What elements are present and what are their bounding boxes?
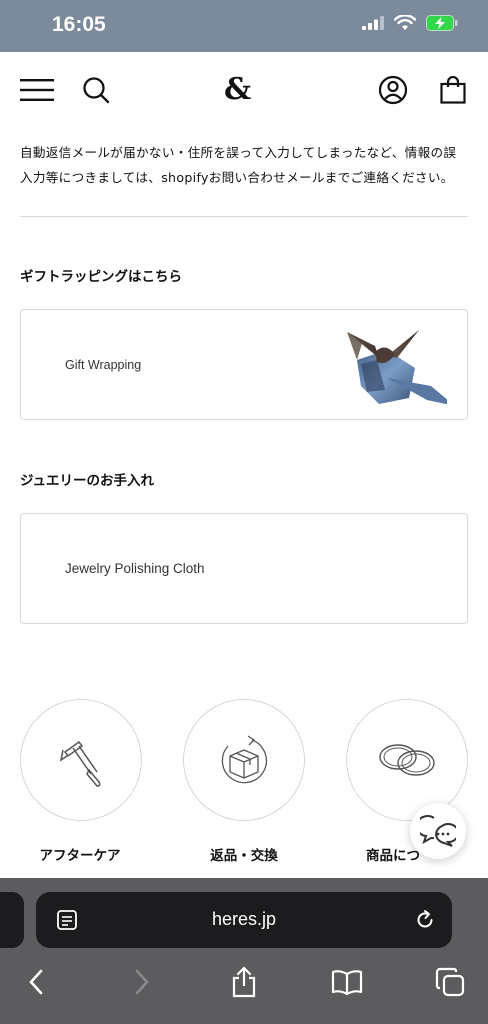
divider: [20, 216, 468, 217]
gift-wrapping-card[interactable]: Gift Wrapping: [20, 309, 468, 420]
hammer-icon: [59, 740, 101, 787]
status-icons: [362, 15, 458, 31]
search-icon: [83, 77, 110, 104]
url-text: heres.jp: [211, 909, 277, 929]
chat-button[interactable]: [410, 803, 466, 859]
hamburger-icon: [20, 79, 54, 101]
polishing-cloth-card[interactable]: Jewelry Polishing Cloth: [20, 513, 468, 624]
aftercare-label: アフターケア: [39, 848, 121, 864]
browser-toolbar: heres.jp: [0, 878, 488, 1024]
battery-charging-icon: [426, 15, 458, 31]
account-button[interactable]: [376, 70, 410, 110]
product-info-link[interactable]: [346, 699, 468, 821]
tabs-icon: [435, 967, 465, 997]
jewelry-care-heading: ジュエリーのお手入れ: [20, 473, 155, 489]
menu-button[interactable]: [18, 70, 56, 110]
wifi-icon: [394, 15, 416, 30]
search-button[interactable]: [80, 70, 112, 110]
share-button[interactable]: [224, 962, 264, 1002]
contact-notice: 自動返信メールが届かない・住所を誤って入力してしまったなど、情報の誤 入力等につ…: [20, 140, 468, 190]
notice-line-1: 自動返信メールが届かない・住所を誤って入力してしまったなど、情報の誤: [20, 145, 457, 160]
forward-button[interactable]: [122, 962, 162, 1002]
cart-button[interactable]: [437, 70, 469, 110]
notice-line-2: 入力等につきましては、shopifyお問い合わせメールまでご連絡ください。: [20, 170, 454, 185]
chevron-left-icon: [29, 969, 43, 995]
bookmarks-button[interactable]: [327, 962, 367, 1002]
site-logo[interactable]: &: [224, 72, 251, 107]
chevron-right-icon: [135, 969, 149, 995]
share-icon: [232, 966, 256, 998]
rings-icon: [379, 744, 435, 776]
aftercare-link[interactable]: [20, 699, 142, 821]
user-account-icon: [378, 75, 408, 105]
status-time: 16:05: [52, 13, 106, 36]
chat-bubbles-icon: [420, 815, 456, 847]
box-return-icon: [221, 735, 268, 784]
reload-icon[interactable]: [414, 909, 436, 931]
previous-tab-preview[interactable]: [0, 892, 24, 948]
status-bar: 16:05: [0, 0, 488, 52]
book-icon: [331, 970, 363, 995]
returns-label: 返品・交換: [210, 848, 278, 864]
gift-wrapping-label: Gift Wrapping: [65, 358, 142, 372]
gift-wrapping-heading: ギフトラッピングはこちら: [20, 269, 182, 285]
back-button[interactable]: [16, 962, 56, 1002]
returns-link[interactable]: [183, 699, 305, 821]
shopping-bag-icon: [440, 76, 466, 104]
polishing-cloth-label: Jewelry Polishing Cloth: [65, 561, 205, 576]
gift-wrapping-image: [347, 330, 447, 405]
address-bar[interactable]: heres.jp: [36, 892, 452, 948]
tabs-button[interactable]: [430, 962, 470, 1002]
signal-icon: [362, 16, 384, 30]
site-header: &: [0, 52, 488, 128]
